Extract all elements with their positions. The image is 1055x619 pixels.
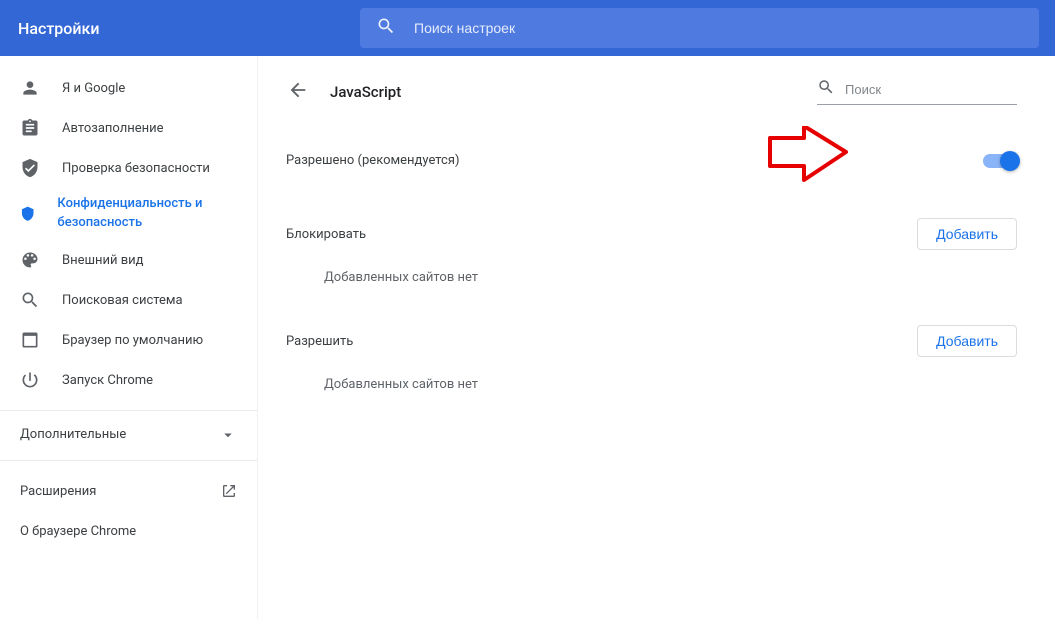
sidebar-item-label: Конфиденциальность и безопасность — [57, 195, 237, 233]
advanced-label: Дополнительные — [20, 427, 126, 442]
sidebar-item-startup[interactable]: Запуск Chrome — [0, 360, 257, 400]
sidebar-item-label: Браузер по умолчанию — [62, 333, 203, 348]
allow-add-button[interactable]: Добавить — [917, 325, 1017, 357]
page-title: JavaScript — [330, 83, 401, 101]
search-icon — [20, 290, 40, 310]
browser-icon — [20, 330, 40, 350]
sidebar-item-label: Внешний вид — [62, 253, 144, 268]
search-icon — [817, 78, 845, 100]
chevron-down-icon — [219, 426, 237, 444]
person-icon — [20, 78, 40, 98]
sidebar-item-profile[interactable]: Я и Google — [0, 68, 257, 108]
sidebar: Я и Google Автозаполнение Проверка безоп… — [0, 56, 258, 619]
extensions-label: Расширения — [20, 484, 96, 499]
block-section: Блокировать Добавить Добавленных сайтов … — [286, 218, 1017, 285]
sidebar-item-safety-check[interactable]: Проверка безопасности — [0, 148, 257, 188]
sidebar-item-privacy[interactable]: Конфиденциальность и безопасность — [0, 188, 257, 240]
header-title: Настройки — [0, 19, 360, 38]
sidebar-link-extensions[interactable]: Расширения — [0, 471, 257, 511]
main-content: JavaScript Разрешено (рекомендуется) Бло… — [258, 56, 1055, 619]
search-icon — [376, 16, 396, 40]
sidebar-item-default-browser[interactable]: Браузер по умолчанию — [0, 320, 257, 360]
sidebar-item-search-engine[interactable]: Поисковая система — [0, 280, 257, 320]
back-button[interactable] — [286, 80, 310, 104]
allowed-row: Разрешено (рекомендуется) — [286, 143, 1017, 178]
header-search[interactable] — [360, 8, 1039, 48]
power-icon — [20, 370, 40, 390]
external-link-icon — [221, 483, 237, 499]
sidebar-item-label: Проверка безопасности — [62, 161, 210, 176]
inpage-search-input[interactable] — [845, 82, 1021, 97]
header-search-input[interactable] — [414, 20, 1023, 36]
sidebar-item-label: Запуск Chrome — [62, 373, 153, 388]
sidebar-item-label: Поисковая система — [62, 293, 183, 308]
clipboard-icon — [20, 118, 40, 138]
sidebar-item-label: Автозаполнение — [62, 121, 164, 136]
allow-empty-text: Добавленных сайтов нет — [286, 377, 1017, 392]
sidebar-item-label: Я и Google — [62, 81, 125, 96]
shield-icon — [20, 204, 35, 224]
allowed-label: Разрешено (рекомендуется) — [286, 153, 459, 168]
app-header: Настройки — [0, 0, 1055, 56]
allow-section: Разрешить Добавить Добавленных сайтов не… — [286, 325, 1017, 392]
sidebar-link-about[interactable]: О браузере Chrome — [0, 511, 257, 551]
sidebar-item-autofill[interactable]: Автозаполнение — [0, 108, 257, 148]
block-empty-text: Добавленных сайтов нет — [286, 270, 1017, 285]
about-label: О браузере Chrome — [20, 524, 136, 539]
sidebar-item-appearance[interactable]: Внешний вид — [0, 240, 257, 280]
toggle-knob — [1000, 151, 1020, 171]
block-title: Блокировать — [286, 227, 366, 242]
sidebar-advanced-toggle[interactable]: Дополнительные — [0, 410, 257, 458]
palette-icon — [20, 250, 40, 270]
shield-check-icon — [20, 158, 40, 178]
block-add-button[interactable]: Добавить — [917, 218, 1017, 250]
allowed-toggle[interactable] — [983, 154, 1017, 168]
arrow-back-icon — [287, 79, 309, 105]
inpage-search[interactable] — [817, 78, 1017, 105]
allow-title: Разрешить — [286, 334, 353, 349]
